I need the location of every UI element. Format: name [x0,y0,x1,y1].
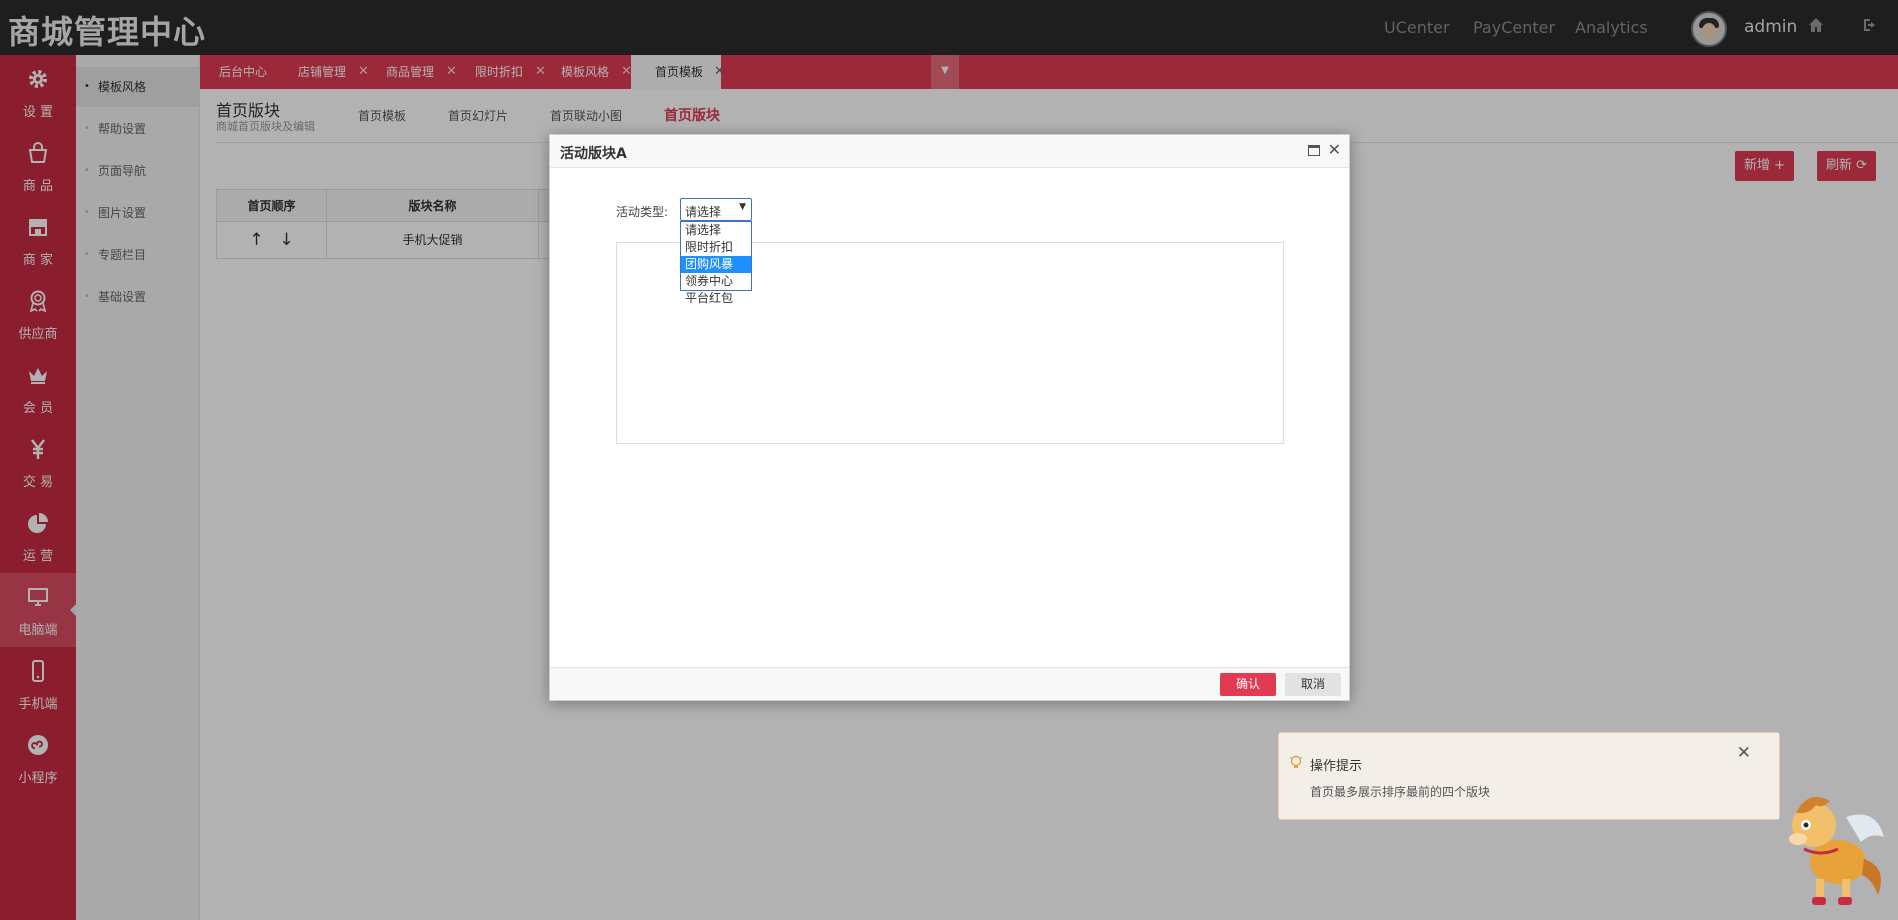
cancel-button[interactable]: 取消 [1285,673,1341,696]
select-value: 请选择 [685,205,722,219]
option-coupon-center[interactable]: 领券中心 [681,273,751,290]
option-flash-discount[interactable]: 限时折扣 [681,239,751,256]
tip-title: 操作提示 [1310,759,1363,774]
mascot-image [1789,797,1884,905]
activity-type-dropdown: 请选择 限时折扣 团购风暴 领券中心 平台红包 [680,221,752,305]
operation-tip: 操作提示 首页最多展示排序最前的四个版块 ✕ [1278,732,1780,820]
confirm-button[interactable]: 确认 [1220,673,1276,696]
activity-type-select[interactable]: 请选择 ▼ [680,198,752,221]
activity-block-dialog: 活动版块A ✕ 活动类型: 请选择 ▼ 请选择 限时折扣 团购风暴 领券中心 平… [549,134,1350,701]
option-group-buy[interactable]: 团购风暴 [681,256,751,273]
tip-text: 首页最多展示排序最前的四个版块 [1310,785,1491,799]
option-platform-redpacket[interactable]: 平台红包 [681,290,751,307]
close-icon[interactable]: ✕ [1328,140,1341,159]
close-icon[interactable]: ✕ [1737,743,1751,763]
chevron-down-icon: ▼ [739,202,746,212]
dialog-header: 活动版块A ✕ [550,135,1349,168]
lightbulb-icon [1289,755,1303,775]
maximize-icon[interactable] [1308,145,1320,156]
dialog-title: 活动版块A [560,146,627,162]
activity-type-label: 活动类型: [616,205,669,219]
dialog-footer: 确认 取消 [550,667,1349,700]
option-please-select[interactable]: 请选择 [681,222,751,239]
